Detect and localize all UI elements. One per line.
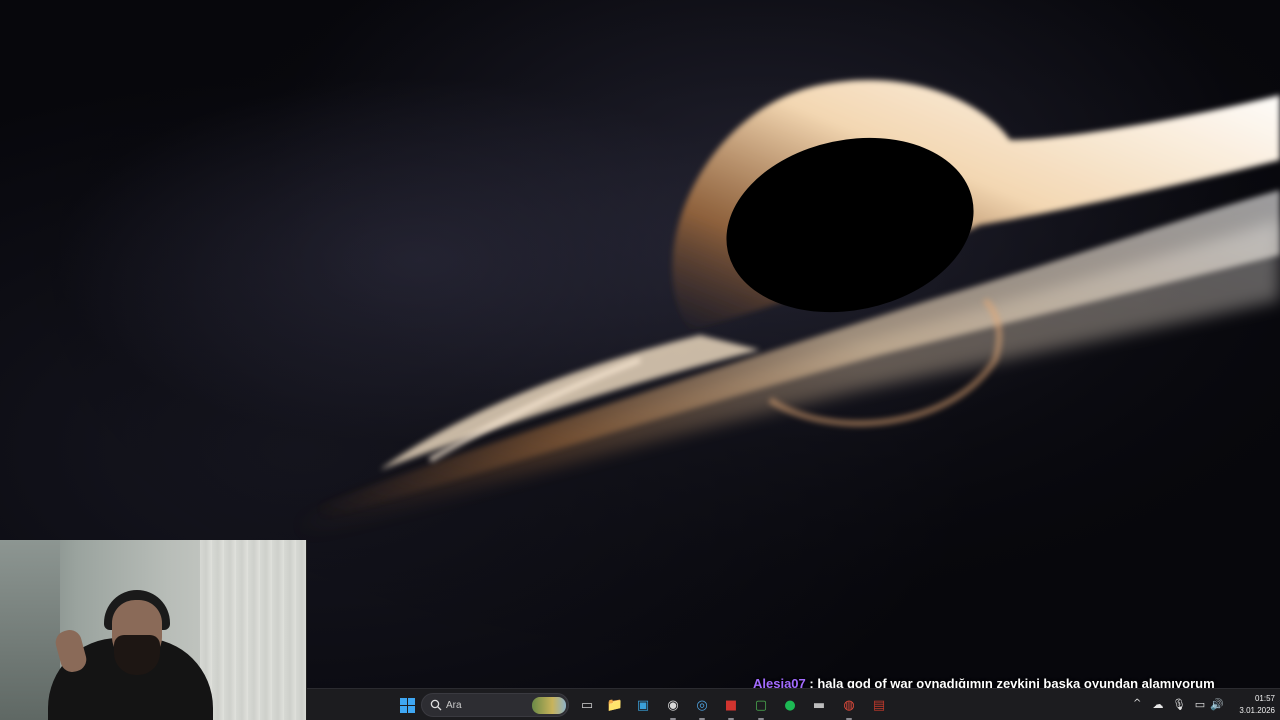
volume-icon[interactable]: 🔊 [1210, 697, 1224, 711]
search-input[interactable] [446, 697, 526, 713]
search-highlight-image[interactable] [532, 697, 566, 714]
taskbar-app-button[interactable]: ● [778, 693, 802, 717]
taskbar-app-button[interactable]: ▢ [749, 693, 773, 720]
steam-icon: ◎ [696, 697, 708, 713]
taskbar-app-button[interactable]: ◎ [690, 693, 714, 720]
webcam-person-beard [114, 635, 160, 675]
taskbar-app-button[interactable]: ◉ [661, 693, 685, 720]
microphone-icon[interactable]: 🎙 [1172, 697, 1186, 711]
system-clock[interactable]: 01:57 3.01.2026 [1227, 693, 1275, 717]
windows-logo-icon [399, 697, 415, 713]
webcam-overlay [0, 540, 307, 720]
taskbar-app-button[interactable]: ▭ [575, 693, 599, 717]
chevron-up-icon[interactable]: ^ [1133, 698, 1141, 709]
network-icon[interactable]: ▭ [1193, 697, 1207, 711]
webcam-curtain [200, 540, 306, 720]
file-explorer-icon: 📁 [606, 697, 624, 713]
taskbar-app-button[interactable]: ▬ [807, 693, 831, 717]
window-app-icon: ▬ [812, 697, 826, 713]
taskbar-app-button[interactable]: ◍ [837, 693, 861, 720]
taskbar-app-button[interactable]: ▤ [867, 693, 891, 717]
spotify-icon: ● [784, 697, 796, 713]
chat-app-icon: ▢ [754, 697, 768, 713]
start-button[interactable] [395, 693, 419, 717]
task-view-icon: ▭ [580, 697, 594, 713]
clock-date: 3.01.2026 [1239, 706, 1275, 715]
media-app-icon: ▤ [872, 697, 886, 713]
taskbar: ▭ 📁 ▣ ◉ ◎ ■ ▢ ● ▬ ◍ ▤ ^ ☁ 🎙 ▭ 🔊 01:57 3.01.2026 [307, 688, 1280, 720]
taskbar-app-button[interactable]: 📁 [603, 693, 627, 717]
game-app-icon: ■ [724, 697, 738, 713]
onedrive-icon[interactable]: ☁ [1151, 697, 1165, 711]
search-icon [430, 699, 442, 711]
clock-time: 01:57 [1254, 694, 1275, 703]
taskbar-app-button[interactable]: ■ [719, 693, 743, 720]
taskbar-search[interactable] [421, 693, 569, 717]
obs-icon: ◉ [667, 697, 679, 713]
desktop-app-icon: ▣ [636, 697, 650, 713]
chrome-icon: ◍ [843, 697, 855, 713]
taskbar-app-button[interactable]: ▣ [631, 693, 655, 717]
